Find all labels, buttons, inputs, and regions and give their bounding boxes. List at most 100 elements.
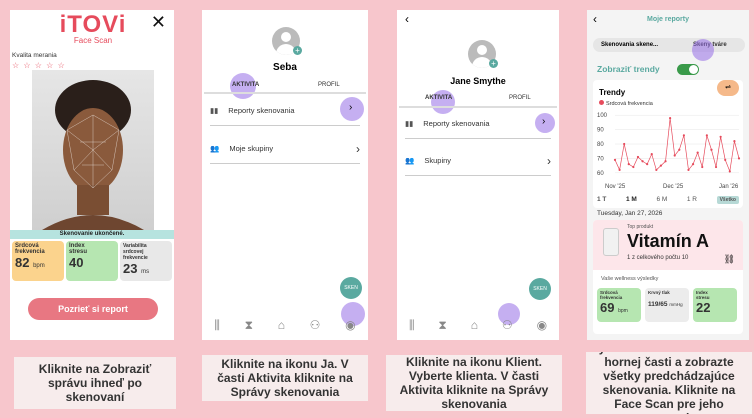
caption-4: Vyberte kartu Face Scans v hornej časti … [586, 352, 752, 414]
scan-fab[interactable]: SKEN [529, 278, 551, 300]
phone-scan-result: iTOVi Face Scan ✕ Kvalita merania ☆ ☆ ☆ … [10, 10, 174, 340]
metric-blood-pressure: Krvný tlak 119/65 mmHg [645, 288, 689, 322]
data-point [641, 160, 644, 163]
caption-2: Kliknite na ikonu Ja. V časti Aktivita k… [202, 355, 368, 401]
quality-label: Kvalita merania [12, 52, 57, 59]
scan-card[interactable]: Top produkt Vitamín A 1 z celkového počt… [593, 220, 743, 334]
metric-heart-rate: Srdcová frekvencia 82 bpm [12, 241, 64, 281]
library-icon[interactable]: ⫼ [214, 318, 220, 333]
data-point [728, 170, 731, 173]
data-point [682, 134, 685, 137]
hourglass-icon[interactable]: ⧗ [245, 318, 253, 333]
bar-chart-icon: ▮▮ [405, 119, 414, 128]
phone-my-profile: + Seba AKTIVITA PROFIL ▮▮ Reporty skenov… [202, 10, 368, 340]
profile-name: Seba [273, 62, 297, 73]
caption-1: Kliknite na Zobraziť správu ihneď po ske… [14, 357, 176, 409]
add-photo-icon[interactable]: + [293, 46, 302, 55]
logo: iTOVi Face Scan [59, 11, 127, 46]
home-icon[interactable]: ⌂ [471, 318, 478, 332]
data-point [655, 168, 658, 172]
data-point [618, 168, 621, 172]
data-point [710, 148, 713, 151]
group-icon: 👥 [210, 144, 220, 153]
quality-stars: ☆ ☆ ☆ ☆ ☆ [12, 61, 66, 70]
data-point [701, 165, 704, 169]
range-1m[interactable]: 1 M [626, 196, 637, 204]
tab-activity[interactable]: AKTIVITA [425, 95, 452, 101]
add-photo-icon[interactable]: + [489, 59, 498, 68]
bottle-icon [603, 228, 619, 256]
hourglass-icon[interactable]: ⧗ [438, 318, 446, 333]
report-tabs: Skenovania skene... Skeny tváre [593, 38, 745, 52]
legend-swatch [599, 100, 604, 105]
back-icon[interactable]: ‹ [405, 12, 409, 26]
tab-profile[interactable]: PROFIL [509, 95, 531, 101]
metric-heart-rate: Srdcová frekvencia 69 bpm [597, 288, 641, 322]
menu-scan-reports[interactable]: ▮▮ Reporty skenovania [405, 109, 551, 139]
close-icon[interactable]: ✕ [151, 12, 166, 33]
metric-value: 82 bpm [15, 255, 45, 270]
data-point [733, 140, 736, 143]
tab-underline [204, 92, 366, 94]
metric-stress: Index stresu 40 [66, 241, 118, 281]
chevron-right-icon[interactable]: › [542, 116, 545, 127]
data-point [673, 154, 676, 157]
view-report-button[interactable]: Pozrieť si report [28, 298, 158, 320]
data-point [687, 168, 690, 172]
phone-my-reports: ‹ Moje reporty Skenovania skene... Skeny… [587, 10, 749, 340]
data-point [646, 163, 649, 166]
group-icon: 👥 [405, 156, 415, 165]
clients-icon[interactable]: ⚇ [310, 318, 321, 332]
x-tick: Dec '25 [663, 184, 684, 190]
product-sub: 1 z celkového počtu 10 [627, 255, 689, 261]
range-1t[interactable]: 1 T [597, 196, 606, 204]
data-point [705, 134, 708, 137]
range-all[interactable]: Všetko [716, 196, 739, 204]
metric-stress: Index stresu 22 [693, 288, 737, 322]
menu-scan-reports[interactable]: ▮▮ Reporty skenovania [210, 96, 360, 126]
y-tick: 80 [597, 142, 604, 148]
chevron-right-icon[interactable]: › [349, 102, 352, 113]
data-point [636, 155, 640, 159]
caption-3: Kliknite na ikonu Klient. Vyberte klient… [386, 355, 562, 411]
product-name: Vitamín A [627, 231, 710, 251]
data-point [724, 158, 727, 161]
chevron-right-icon[interactable]: › [356, 142, 360, 156]
data-point [669, 116, 672, 120]
results-label: Vaše wellness výsledky [601, 276, 659, 282]
bar-chart-icon: ▮▮ [210, 106, 219, 115]
range-1r[interactable]: 1 R [687, 196, 697, 204]
tab-scans[interactable]: Skenovania skene... [601, 42, 658, 48]
y-tick: 70 [597, 156, 604, 162]
chevron-right-icon[interactable]: › [547, 154, 551, 168]
me-icon[interactable]: ◉ [537, 318, 547, 332]
tab-underline [399, 106, 557, 108]
bottom-nav: ⫼ ⧗ ⌂ ⚇ ◉ [397, 310, 559, 340]
link-icon[interactable]: ⛓ [724, 254, 735, 265]
product-label: Top produkt [627, 224, 654, 230]
scan-date: Tuesday, Jan 27, 2026 [597, 210, 663, 217]
clients-icon[interactable]: ⚇ [502, 318, 513, 332]
range-6m[interactable]: 6 M [656, 196, 667, 204]
range-selector: 1 T 1 M 6 M 1 R Všetko [597, 196, 739, 204]
menu-groups[interactable]: 👥 Skupiny › [405, 146, 551, 176]
menu-my-groups[interactable]: 👥 Moje skupiny › [210, 134, 360, 164]
x-tick: Nov '25 [605, 184, 626, 190]
trends-title: Trendy [599, 88, 626, 97]
chart-options-button[interactable]: ⇌ [717, 80, 739, 96]
trends-card: Trendy Srdcová frekvencia ⇌ 100 90 80 70 60 … [593, 80, 743, 208]
data-point [627, 163, 630, 166]
client-name: Jane Smythe [450, 76, 506, 86]
scan-fab[interactable]: SKEN [340, 277, 362, 299]
y-tick: 60 [597, 171, 604, 177]
library-icon[interactable]: ⫼ [409, 318, 415, 333]
trend-chart: 100 90 80 70 60 [597, 113, 741, 177]
phone-client-profile: ‹ + Jane Smythe AKTIVITA PROFIL ▮▮ Repor… [397, 10, 559, 340]
metric-value: 23 ms [123, 261, 150, 276]
me-icon[interactable]: ◉ [345, 318, 355, 332]
tab-activity[interactable]: AKTIVITA [232, 82, 259, 88]
home-icon[interactable]: ⌂ [278, 318, 285, 332]
trends-toggle[interactable] [677, 64, 699, 75]
tab-profile[interactable]: PROFIL [318, 82, 340, 88]
data-point [632, 165, 635, 169]
